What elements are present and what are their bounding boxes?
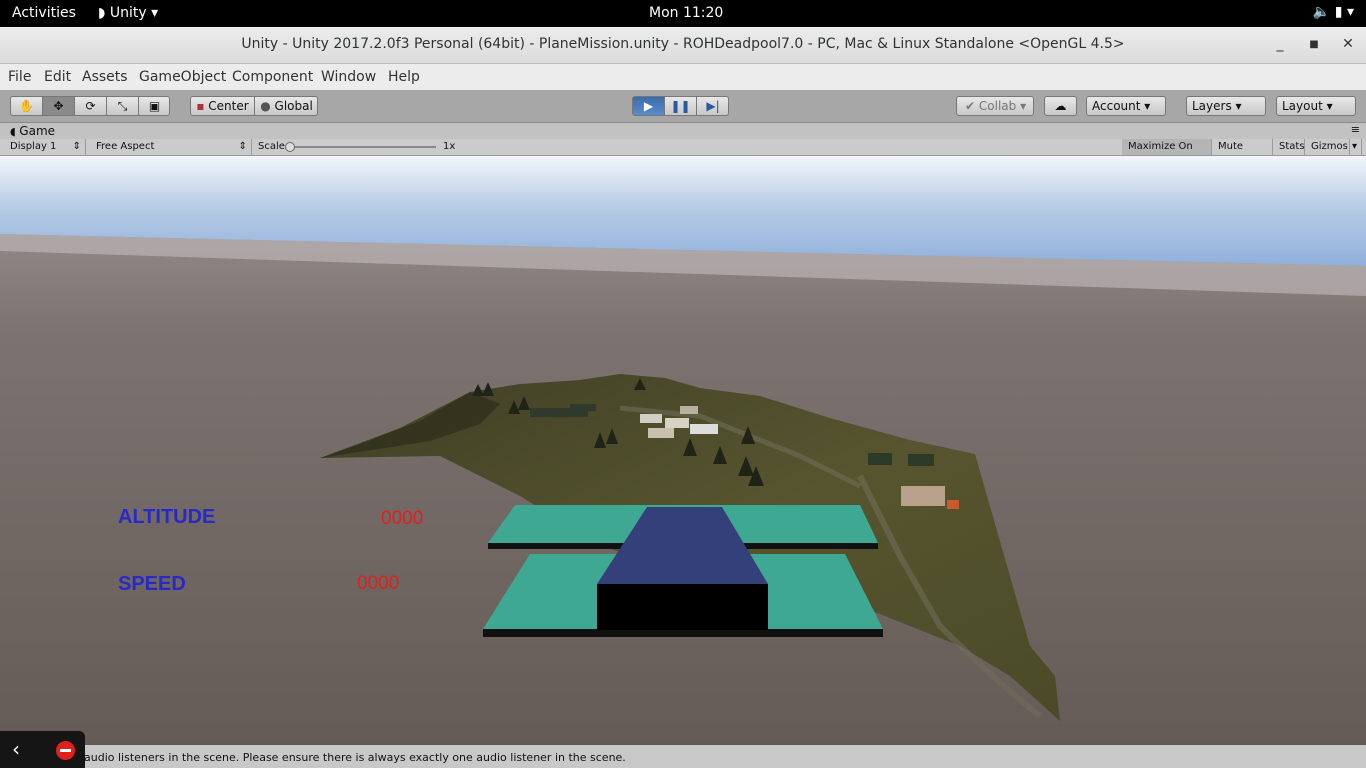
maximize-on-play-toggle[interactable]: Maximize On Play bbox=[1122, 139, 1212, 168]
menu-component[interactable]: Component bbox=[232, 69, 313, 85]
globe-icon: ● bbox=[260, 99, 271, 113]
layout-dropdown[interactable]: Layout ▾ bbox=[1276, 96, 1356, 116]
console-status-bar[interactable]: audio listeners in the scene. Please ens… bbox=[0, 745, 1366, 768]
minimize-button[interactable]: _ bbox=[1270, 36, 1290, 52]
aspect-label: Free Aspect bbox=[96, 141, 155, 152]
fuselage-body bbox=[597, 584, 768, 630]
unity-icon: ◗ bbox=[98, 5, 110, 21]
game-scene bbox=[0, 156, 1366, 745]
battery-icon: ▮ bbox=[1334, 4, 1343, 20]
volume-icon: 🔈 bbox=[1312, 4, 1331, 20]
display-label: Display 1 bbox=[10, 141, 57, 152]
speed-label: SPEED bbox=[118, 573, 186, 595]
menu-assets[interactable]: Assets bbox=[82, 69, 128, 85]
notification-tray: ‹ bbox=[0, 731, 85, 768]
window-title: Unity - Unity 2017.2.0f3 Personal (64bit… bbox=[241, 36, 1125, 52]
system-top-bar: Activities ◗ Unity ▾ Mon 11:20 🔈 ▮ ▾ bbox=[0, 0, 1366, 27]
playback-controls: ▶ ❚❚ ▶| bbox=[632, 96, 729, 116]
tab-game-label: Game bbox=[19, 124, 56, 138]
check-icon: ✔ bbox=[965, 99, 976, 113]
gizmos-toggle[interactable]: Gizmos bbox=[1305, 139, 1350, 155]
clock[interactable]: Mon 11:20 bbox=[649, 5, 723, 21]
aspect-dropdown[interactable]: Free Aspect ⇕ bbox=[90, 139, 252, 155]
scale-slider-handle[interactable] bbox=[285, 142, 295, 152]
window-titlebar: Unity - Unity 2017.2.0f3 Personal (64bit… bbox=[0, 27, 1366, 64]
app-menu[interactable]: ◗ Unity ▾ bbox=[98, 5, 158, 21]
rect-tool-icon[interactable]: ▣ bbox=[139, 97, 170, 115]
status-message: audio listeners in the scene. Please ens… bbox=[84, 751, 626, 764]
activities-button[interactable]: Activities bbox=[12, 5, 76, 21]
lower-wing-edge bbox=[483, 629, 883, 637]
pivot-global-button[interactable]: ● Global bbox=[255, 97, 318, 115]
scale-tool-icon[interactable]: ⤡ bbox=[107, 97, 139, 115]
move-tool-icon[interactable]: ✥ bbox=[43, 97, 75, 115]
game-icon: ◖ bbox=[10, 125, 16, 138]
layout-label: Layout bbox=[1282, 99, 1323, 113]
maximize-button[interactable]: ■ bbox=[1304, 39, 1324, 50]
pivot-global-label: Global bbox=[274, 99, 313, 113]
transform-tools: ✋ ✥ ⟳ ⤡ ▣ bbox=[10, 96, 170, 116]
menu-help[interactable]: Help bbox=[388, 69, 420, 85]
step-button[interactable]: ▶| bbox=[697, 97, 729, 115]
menu-window[interactable]: Window bbox=[321, 69, 376, 85]
cloud-icon: ☁ bbox=[1054, 99, 1067, 113]
hand-tool-icon[interactable]: ✋ bbox=[11, 97, 43, 115]
close-button[interactable]: ✕ bbox=[1338, 36, 1358, 52]
menu-file[interactable]: File bbox=[8, 69, 31, 85]
game-view-toolbar: Display 1 ⇕ Free Aspect ⇕ Scale 1x Maximiz… bbox=[0, 139, 1366, 168]
layers-dropdown[interactable]: Layers ▾ bbox=[1186, 96, 1266, 116]
layers-label: Layers bbox=[1192, 99, 1232, 113]
back-arrow-icon[interactable]: ‹ bbox=[12, 737, 20, 761]
menu-bar: File Edit Assets GameObject Component Wi… bbox=[0, 64, 1366, 90]
stats-toggle[interactable]: Stats bbox=[1273, 139, 1305, 155]
display-dropdown[interactable]: Display 1 ⇕ bbox=[4, 139, 86, 155]
app-menu-label: Unity bbox=[109, 5, 147, 21]
error-icon[interactable] bbox=[56, 741, 75, 760]
panel-menu-icon[interactable]: ≡ bbox=[1351, 123, 1360, 136]
game-tab-strip: ◖ Game ≡ bbox=[0, 123, 1366, 139]
play-button[interactable]: ▶ bbox=[633, 97, 665, 115]
scale-value: 1x bbox=[443, 141, 456, 152]
menu-edit[interactable]: Edit bbox=[44, 69, 71, 85]
rotate-tool-icon[interactable]: ⟳ bbox=[75, 97, 107, 115]
account-dropdown[interactable]: Account ▾ bbox=[1086, 96, 1166, 116]
main-toolbar: ✋ ✥ ⟳ ⤡ ▣ ▪ Center ● Global ▶ ❚❚ ▶| ✔ Co… bbox=[0, 90, 1366, 123]
pivot-toggles: ▪ Center ● Global bbox=[190, 96, 318, 116]
collab-label: Collab bbox=[978, 99, 1017, 113]
scale-label: Scale bbox=[258, 141, 285, 152]
game-viewport[interactable]: ALTITUDE 0000 SPEED 0000 bbox=[0, 156, 1366, 745]
pivot-center-label: Center bbox=[208, 99, 249, 113]
menu-gameobject[interactable]: GameObject bbox=[139, 69, 226, 85]
collab-dropdown[interactable]: ✔ Collab ▾ bbox=[956, 96, 1034, 116]
speed-value: 0000 bbox=[357, 573, 400, 594]
center-icon: ▪ bbox=[196, 99, 205, 113]
scale-slider-track[interactable] bbox=[288, 146, 436, 148]
system-tray[interactable]: 🔈 ▮ ▾ bbox=[1313, 4, 1354, 20]
altitude-value: 0000 bbox=[381, 508, 424, 529]
altitude-label: ALTITUDE bbox=[118, 506, 216, 528]
cloud-button[interactable]: ☁ bbox=[1044, 96, 1077, 116]
gizmos-dropdown-icon[interactable]: ▾ bbox=[1350, 139, 1362, 155]
tab-game[interactable]: ◖ Game bbox=[10, 124, 55, 138]
player-plane bbox=[483, 505, 883, 637]
mute-audio-toggle[interactable]: Mute Audio bbox=[1212, 139, 1273, 168]
pause-button[interactable]: ❚❚ bbox=[665, 97, 697, 115]
pivot-center-button[interactable]: ▪ Center bbox=[191, 97, 255, 115]
account-label: Account bbox=[1092, 99, 1141, 113]
scale-control: Scale 1x bbox=[252, 139, 462, 155]
